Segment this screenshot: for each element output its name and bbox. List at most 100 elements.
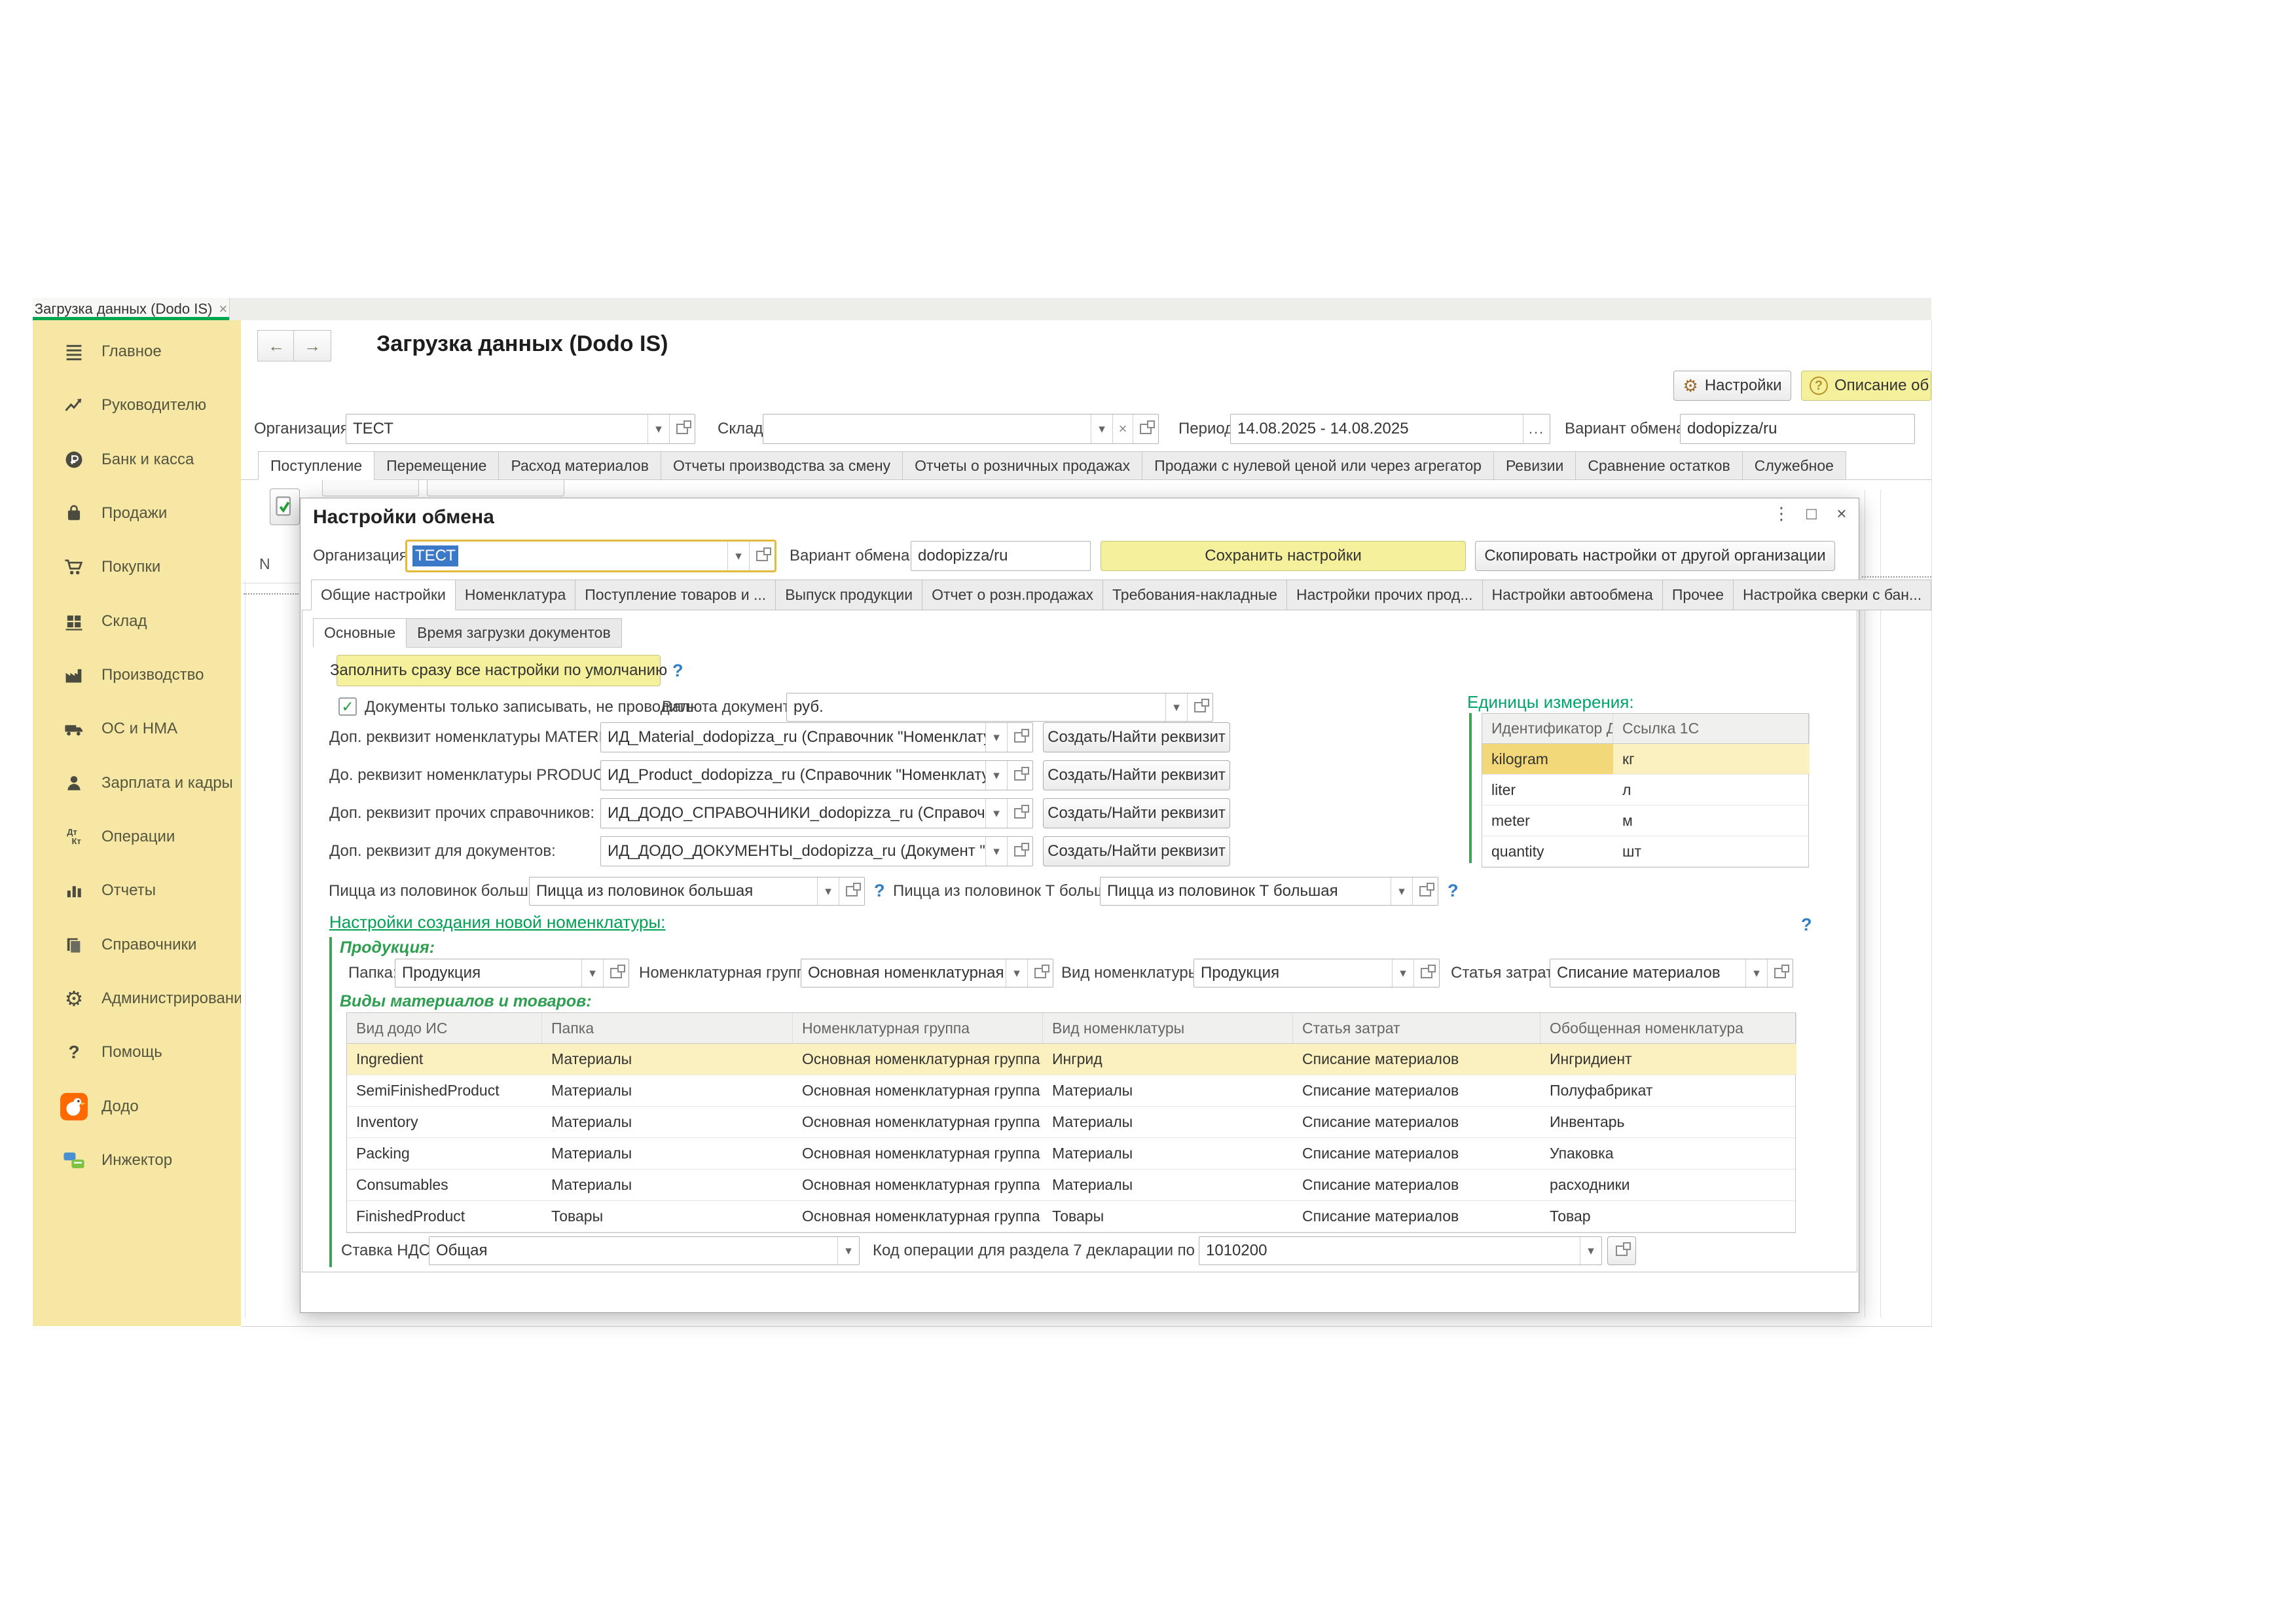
open-icon[interactable]: [756, 551, 768, 561]
back-button[interactable]: ←: [257, 330, 295, 361]
sidebar-item-operations[interactable]: Дт КтОперации: [33, 817, 241, 857]
main-tab[interactable]: Служебное: [1743, 451, 1846, 480]
materials-table-row[interactable]: FinishedProductТоварыОсновная номенклату…: [347, 1201, 1795, 1232]
copy-settings-button[interactable]: Скопировать настройки от другой организа…: [1475, 541, 1835, 571]
open-icon[interactable]: [1140, 424, 1152, 434]
sidebar-item-production[interactable]: Производство: [33, 655, 241, 695]
description-button[interactable]: ? Описание об: [1801, 371, 1931, 401]
folder-field[interactable]: Продукция ▾: [395, 959, 629, 987]
attribute-field[interactable]: ИД_Product_dodopizza_ru (Справочник "Ном…: [600, 760, 1033, 790]
attribute-field[interactable]: ИД_Material_dodopizza_ru (Справочник "Но…: [600, 722, 1033, 752]
dialog-close-icon[interactable]: ×: [1830, 504, 1853, 524]
warehouse-field[interactable]: ▾ ×: [763, 414, 1159, 444]
attribute-field[interactable]: ИД_ДОДО_ДОКУМЕНТЫ_dodopizza_ru (Документ…: [600, 836, 1033, 866]
sidebar-item-main[interactable]: Главное: [33, 332, 241, 371]
dialog-subtab[interactable]: Основные: [313, 618, 407, 648]
fill-defaults-button[interactable]: Заполнить сразу все настройки по умолчан…: [337, 655, 661, 686]
sidebar-item-injector[interactable]: Инжектор: [33, 1141, 241, 1180]
main-tab[interactable]: Сравнение остатков: [1576, 451, 1742, 480]
materials-table-row[interactable]: IngredientМатериалыОсновная номенклатурн…: [347, 1044, 1795, 1075]
dropdown-icon[interactable]: ▾: [818, 884, 839, 899]
tab-close-icon[interactable]: ×: [219, 301, 227, 318]
dialog-subtab[interactable]: Время загрузки документов: [407, 618, 622, 648]
sidebar-item-reports[interactable]: Отчеты: [33, 871, 241, 910]
dropdown-icon[interactable]: ▾: [986, 806, 1007, 821]
window-tab-data-loading[interactable]: Загрузка данных (Dodo IS) ×: [33, 298, 230, 320]
sidebar-item-dodo[interactable]: Додо: [33, 1087, 241, 1126]
open-icon[interactable]: [610, 968, 622, 978]
dialog-tab[interactable]: Требования-накладные: [1103, 580, 1287, 610]
dialog-exchange-variant-field[interactable]: dodopizza/ru: [911, 541, 1091, 571]
dialog-tab[interactable]: Отчет о розн.продажах: [922, 580, 1103, 610]
currency-field[interactable]: руб. ▾: [786, 693, 1213, 722]
materials-column-header[interactable]: Статья затрат: [1293, 1013, 1540, 1043]
dropdown-icon[interactable]: ▾: [728, 549, 749, 564]
dialog-tab[interactable]: Общие настройки: [311, 580, 456, 610]
help-question-icon[interactable]: ?: [1801, 915, 1812, 935]
dropdown-icon[interactable]: ▾: [1091, 422, 1112, 437]
organization-field[interactable]: ТЕСТ ▾: [346, 414, 695, 444]
open-icon[interactable]: [846, 886, 858, 896]
create-find-attribute-button[interactable]: Создать/Найти реквизит: [1043, 722, 1230, 752]
sidebar-item-warehouse[interactable]: Склад: [33, 602, 241, 641]
open-icon[interactable]: [1421, 968, 1432, 978]
dropdown-icon[interactable]: ▾: [1166, 700, 1187, 715]
new-nomenclature-settings-link[interactable]: Настройки создания новой номенклатуры:: [329, 912, 665, 932]
open-icon[interactable]: [1419, 886, 1431, 896]
vat-rate-field[interactable]: Общая ▾: [429, 1236, 860, 1265]
materials-column-header[interactable]: Папка: [542, 1013, 793, 1043]
materials-table-row[interactable]: ConsumablesМатериалыОсновная номенклатур…: [347, 1170, 1795, 1201]
create-find-attribute-button[interactable]: Создать/Найти реквизит: [1043, 836, 1230, 866]
settings-button[interactable]: ⚙ Настройки: [1673, 371, 1791, 401]
sidebar-item-assets[interactable]: ОС и НМА: [33, 709, 241, 748]
materials-column-header[interactable]: Обобщенная номенклатура: [1540, 1013, 1796, 1043]
dialog-tab[interactable]: Номенклатура: [456, 580, 575, 610]
open-icon[interactable]: [1194, 702, 1206, 712]
cost-item-field[interactable]: Списание материалов ▾: [1550, 959, 1793, 987]
main-tab[interactable]: Расход материалов: [499, 451, 661, 480]
open-icon[interactable]: [1014, 732, 1026, 743]
dropdown-icon[interactable]: ▾: [1393, 966, 1413, 981]
materials-column-header[interactable]: Вид номенклатуры: [1043, 1013, 1293, 1043]
sidebar-item-catalogs[interactable]: Справочники: [33, 925, 241, 965]
pizza-halves-t-field[interactable]: Пицца из половинок Т большая ▾: [1100, 877, 1438, 906]
help-question-icon[interactable]: ?: [1448, 881, 1459, 901]
open-icon[interactable]: [1014, 808, 1026, 819]
dialog-tab[interactable]: Настройки прочих прод...: [1287, 580, 1483, 610]
dialog-tab[interactable]: Поступление товаров и ...: [575, 580, 776, 610]
create-find-attribute-button[interactable]: Создать/Найти реквизит: [1043, 798, 1230, 828]
write-only-checkbox[interactable]: ✓: [338, 697, 357, 716]
create-find-attribute-button[interactable]: Создать/Найти реквизит: [1043, 760, 1230, 790]
dialog-menu-icon[interactable]: ⋮: [1770, 504, 1793, 524]
open-icon[interactable]: [1014, 770, 1026, 781]
vat-code-open-button[interactable]: [1607, 1236, 1636, 1265]
dropdown-icon[interactable]: ▾: [986, 844, 1007, 859]
open-icon[interactable]: [1774, 968, 1786, 978]
units-column-header[interactable]: Ссылка 1С: [1613, 714, 1810, 743]
sidebar-item-bank[interactable]: Банк и касса: [33, 440, 241, 479]
materials-table-row[interactable]: PackingМатериалыОсновная номенклатурная …: [347, 1138, 1795, 1170]
dropdown-icon[interactable]: ▾: [1391, 884, 1412, 899]
units-table-row[interactable]: meter м: [1482, 805, 1808, 836]
open-icon[interactable]: [1034, 968, 1046, 978]
materials-table-row[interactable]: InventoryМатериалыОсновная номенклатурна…: [347, 1107, 1795, 1138]
dropdown-icon[interactable]: ▾: [1580, 1244, 1601, 1259]
more-icon[interactable]: ...: [1523, 420, 1550, 437]
dropdown-icon[interactable]: ▾: [648, 422, 669, 437]
materials-column-header[interactable]: Вид додо ИС: [347, 1013, 542, 1043]
pizza-halves-field[interactable]: Пицца из половинок большая ▾: [529, 877, 865, 906]
vat-code-field[interactable]: 1010200 ▾: [1199, 1236, 1602, 1265]
help-question-icon[interactable]: ?: [672, 661, 683, 681]
sidebar-item-manager[interactable]: Руководителю: [33, 386, 241, 425]
units-table-row[interactable]: quantity шт: [1482, 836, 1808, 867]
main-tab[interactable]: Поступление: [258, 451, 374, 480]
save-settings-button[interactable]: Сохранить настройки: [1101, 541, 1466, 571]
exchange-variant-field[interactable]: dodopizza/ru: [1680, 414, 1915, 444]
dialog-tab[interactable]: Выпуск продукции: [776, 580, 922, 610]
dropdown-icon[interactable]: ▾: [1746, 966, 1767, 981]
help-question-icon[interactable]: ?: [874, 881, 885, 901]
sidebar-item-sales[interactable]: Продажи: [33, 494, 241, 533]
open-icon[interactable]: [1014, 846, 1026, 857]
sidebar-item-administration[interactable]: ⚙Администрирование: [33, 979, 241, 1018]
attribute-field[interactable]: ИД_ДОДО_СПРАВОЧНИКИ_dodopizza_ru (Справо…: [600, 798, 1033, 828]
